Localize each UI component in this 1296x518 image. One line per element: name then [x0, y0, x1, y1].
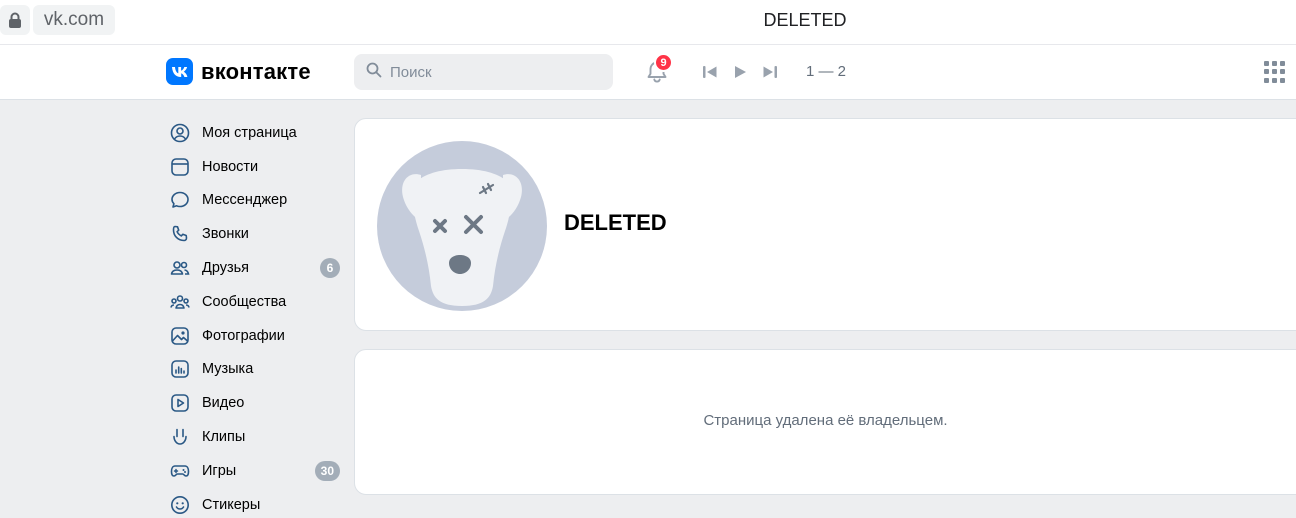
profile-card: DELETED — [354, 118, 1296, 331]
stickers-icon — [170, 495, 190, 515]
photo-icon — [170, 326, 190, 346]
sidebar-item-label: Звонки — [202, 226, 249, 243]
sidebar-item-label: Стикеры — [202, 496, 261, 513]
newsfeed-icon — [170, 157, 190, 177]
sidebar-item-label: Видео — [202, 395, 245, 412]
friends-count-badge: 6 — [320, 258, 340, 279]
sidebar-item-friends[interactable]: Друзья 6 — [166, 251, 346, 285]
sidebar-item-photos[interactable]: Фотографии — [166, 319, 346, 353]
play-icon[interactable] — [730, 62, 750, 82]
sidebar-item-label: Фотографии — [202, 327, 285, 344]
sidebar-item-label: Мессенджер — [202, 192, 288, 209]
deleted-page-message: Страница удалена её владельцем. — [703, 412, 948, 429]
music-icon — [170, 359, 190, 379]
vk-logo-icon — [166, 58, 193, 85]
vk-logo[interactable]: вконтакте — [166, 58, 311, 85]
top-header: вконтакте 9 1 — 2 — [0, 45, 1296, 100]
sidebar-item-my-page[interactable]: Моя страница — [166, 116, 346, 150]
page-title: DELETED — [763, 10, 847, 30]
games-icon — [170, 461, 190, 481]
sidebar-item-label: Музыка — [202, 361, 254, 378]
address-bar[interactable]: vk.com — [33, 5, 115, 35]
video-icon — [170, 393, 190, 413]
left-sidebar: Моя страница Новости Мессенджер Звонки Д… — [166, 116, 346, 518]
audio-player — [700, 62, 790, 82]
sidebar-item-calls[interactable]: Звонки — [166, 217, 346, 251]
sidebar-item-messenger[interactable]: Мессенджер — [166, 184, 346, 218]
sidebar-item-stickers[interactable]: Стикеры — [166, 488, 346, 518]
profile-name: DELETED — [564, 210, 667, 235]
sidebar-item-music[interactable]: Музыка — [166, 353, 346, 387]
sidebar-item-games[interactable]: Игры 30 — [166, 454, 346, 488]
lock-icon[interactable] — [0, 5, 30, 35]
search-input[interactable] — [390, 63, 590, 81]
deleted-avatar — [377, 141, 547, 311]
sidebar-item-clips[interactable]: Клипы — [166, 420, 346, 454]
sidebar-item-label: Моя страница — [202, 124, 297, 141]
friends-icon — [170, 258, 190, 278]
communities-icon — [170, 292, 190, 312]
apps-menu-icon[interactable] — [1264, 61, 1286, 83]
track-indicator[interactable]: 1 — 2 — [806, 63, 846, 80]
phone-icon — [170, 224, 190, 244]
message-icon — [170, 190, 190, 210]
search-icon — [366, 62, 382, 83]
browser-bar: vk.com DELETED — [0, 0, 1296, 45]
user-circle-icon — [170, 123, 190, 143]
notifications-badge: 9 — [654, 53, 673, 72]
search-box[interactable] — [354, 54, 613, 90]
sidebar-item-label: Новости — [202, 158, 259, 175]
sidebar-item-label: Сообщества — [202, 293, 287, 310]
sidebar-item-label: Друзья — [202, 260, 250, 277]
next-track-icon[interactable] — [760, 62, 780, 82]
sidebar-item-label: Клипы — [202, 429, 246, 446]
games-count-badge: 30 — [314, 460, 340, 481]
sidebar-item-video[interactable]: Видео — [166, 386, 346, 420]
sidebar-item-news[interactable]: Новости — [166, 150, 346, 184]
page-content-card: Страница удалена её владельцем. — [354, 349, 1296, 495]
previous-track-icon[interactable] — [700, 62, 720, 82]
sidebar-item-label: Игры — [202, 462, 237, 479]
logo-text: вконтакте — [201, 58, 311, 84]
clips-icon — [170, 427, 190, 447]
sidebar-item-communities[interactable]: Сообщества — [166, 285, 346, 319]
